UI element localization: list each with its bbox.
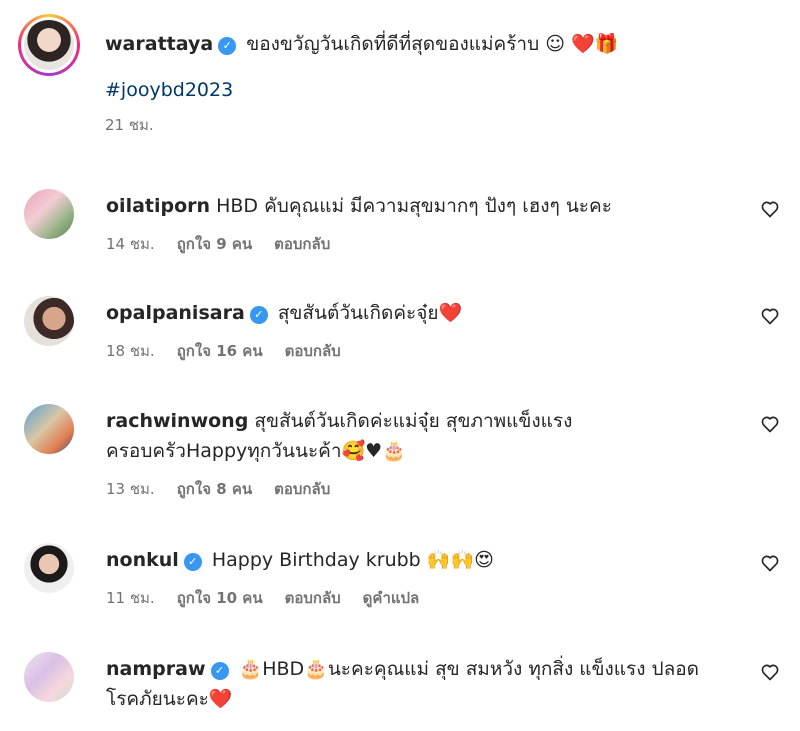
- heart-outline-icon[interactable]: [760, 306, 780, 326]
- verified-badge-icon: ✓: [210, 662, 229, 680]
- caption-hashtag[interactable]: #jooybd2023: [105, 79, 785, 101]
- reply-button[interactable]: ตอบกลับ: [274, 480, 330, 498]
- caption-time: 21 ชม.: [105, 116, 154, 134]
- reply-button[interactable]: ตอบกลับ: [285, 342, 341, 360]
- heart-outline-icon[interactable]: [760, 553, 780, 573]
- comment-meta: 14 ชม. ถูกใจ 9 คน ตอบกลับ: [106, 229, 746, 259]
- comment-time: 11 ชม.: [106, 589, 155, 607]
- comment-text: Happy Birthday krubb 🙌🙌😍: [211, 549, 494, 571]
- avatar-image: [24, 20, 74, 70]
- comment-time: 13 ชม.: [106, 480, 155, 498]
- commenter-avatar[interactable]: [24, 296, 74, 346]
- comment-username[interactable]: opalpanisara: [106, 302, 245, 324]
- comment-body: opalpanisara ✓ สุขสันต์วันเกิดค่ะจุ๋ย❤️ 1…: [106, 298, 746, 366]
- avatar-ring-inner: [21, 17, 77, 73]
- heart-outline-icon[interactable]: [760, 414, 780, 434]
- translate-button[interactable]: ดูคำแปล: [363, 589, 420, 607]
- caption-emojis: ❤️🎁: [571, 33, 619, 55]
- caption-avatar[interactable]: [18, 14, 80, 76]
- heart-outline-icon[interactable]: [760, 199, 780, 219]
- commenter-avatar[interactable]: [24, 652, 74, 702]
- caption-body: warattaya ✓ ของขวัญวันเกิดที่ดีที่สุดของแ…: [105, 31, 785, 137]
- comment-likes[interactable]: ถูกใจ 9 คน: [177, 235, 252, 253]
- reply-button[interactable]: ตอบกลับ: [285, 589, 341, 607]
- caption-meta: 21 ชม.: [105, 113, 785, 137]
- verified-badge-icon: ✓: [249, 306, 268, 324]
- comment-item: nampraw ✓ 🎂HBD🎂นะคะคุณแม่ สุข สมหวัง ทุกส…: [24, 652, 780, 727]
- caption-text: ของขวัญวันเกิดที่ดีที่สุดของแม่คร้าบ ☺: [246, 33, 566, 55]
- heart-outline-icon[interactable]: [760, 662, 780, 682]
- commenter-avatar[interactable]: [24, 189, 74, 239]
- comment-username[interactable]: oilatiporn: [106, 195, 210, 217]
- reply-button[interactable]: ตอบกลับ: [274, 235, 330, 253]
- comment-body: rachwinwong สุขสันต์วันเกิดค่ะแม่จุ๋ย สุ…: [106, 406, 636, 504]
- comment-username[interactable]: rachwinwong: [106, 410, 248, 432]
- comment-item: nonkul ✓ Happy Birthday krubb 🙌🙌😍 11 ชม. ถ…: [24, 543, 780, 613]
- comment-text: HBD คับคุณแม่ มีความสุขมากๆ ปังๆ เฮงๆ นะ…: [216, 195, 612, 217]
- comment-meta: 13 ชม. ถูกใจ 8 คน ตอบกลับ: [106, 474, 636, 504]
- comment-time: 18 ชม.: [106, 342, 155, 360]
- comment-item: oilatiporn HBD คับคุณแม่ มีความสุขมากๆ ป…: [24, 189, 780, 259]
- comment-likes[interactable]: ถูกใจ 8 คน: [177, 480, 252, 498]
- verified-badge-icon: ✓: [218, 37, 237, 55]
- comment-meta: 11 ชม. ถูกใจ 10 คน ตอบกลับ ดูคำแปล: [106, 583, 746, 613]
- comment-text: สุขสันต์วันเกิดค่ะจุ๋ย❤️: [277, 302, 463, 324]
- comment-body: oilatiporn HBD คับคุณแม่ มีความสุขมากๆ ป…: [106, 191, 746, 259]
- comment-likes[interactable]: ถูกใจ 10 คน: [177, 589, 263, 607]
- comment-body: nonkul ✓ Happy Birthday krubb 🙌🙌😍 11 ชม. ถ…: [106, 545, 746, 613]
- comment-username[interactable]: nonkul: [106, 549, 179, 571]
- commenter-avatar[interactable]: [24, 404, 74, 454]
- caption-username[interactable]: warattaya: [105, 33, 213, 55]
- comment-meta: 18 ชม. ถูกใจ 16 คน ตอบกลับ: [106, 336, 746, 366]
- caption-line: warattaya ✓ ของขวัญวันเกิดที่ดีที่สุดของแ…: [105, 31, 785, 57]
- comment-item: rachwinwong สุขสันต์วันเกิดค่ะแม่จุ๋ย สุ…: [24, 404, 780, 504]
- comment-body: nampraw ✓ 🎂HBD🎂นะคะคุณแม่ สุข สมหวัง ทุกส…: [106, 654, 706, 714]
- comment-username[interactable]: nampraw: [106, 658, 206, 680]
- comment-thread: warattaya ✓ ของขวัญวันเกิดที่ดีที่สุดของแ…: [0, 0, 800, 731]
- commenter-avatar[interactable]: [24, 543, 74, 593]
- comment-likes[interactable]: ถูกใจ 16 คน: [177, 342, 263, 360]
- comment-time: 14 ชม.: [106, 235, 155, 253]
- verified-badge-icon: ✓: [183, 553, 202, 571]
- comment-item: opalpanisara ✓ สุขสันต์วันเกิดค่ะจุ๋ย❤️ 1…: [24, 296, 780, 366]
